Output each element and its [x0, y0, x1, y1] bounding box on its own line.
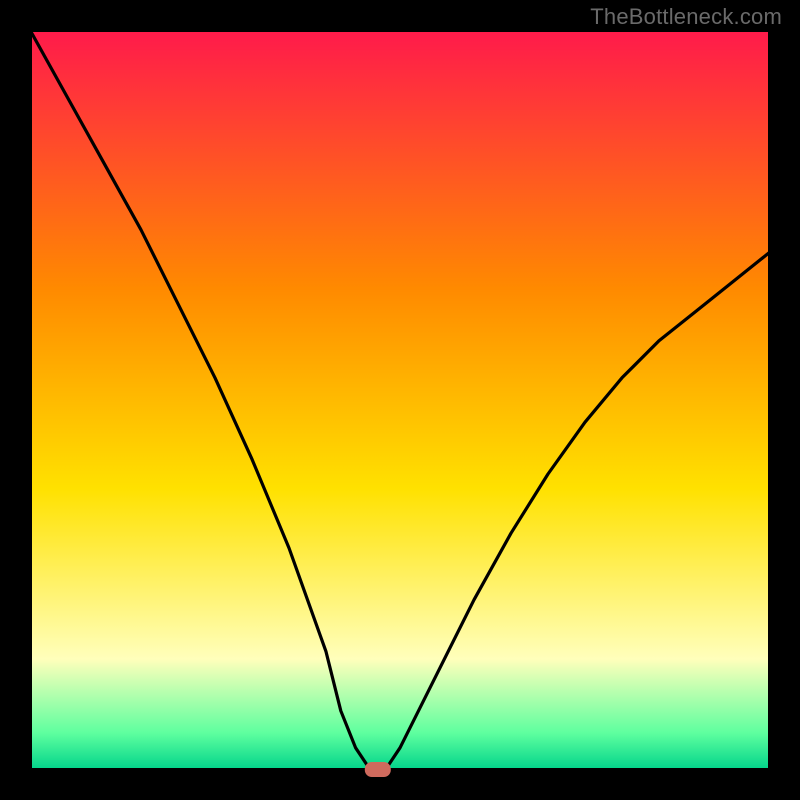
min-marker	[365, 762, 391, 777]
chart-frame: TheBottleneck.com	[0, 0, 800, 800]
chart-svg	[0, 0, 800, 800]
plot-background	[30, 30, 770, 770]
watermark-text: TheBottleneck.com	[590, 4, 782, 30]
